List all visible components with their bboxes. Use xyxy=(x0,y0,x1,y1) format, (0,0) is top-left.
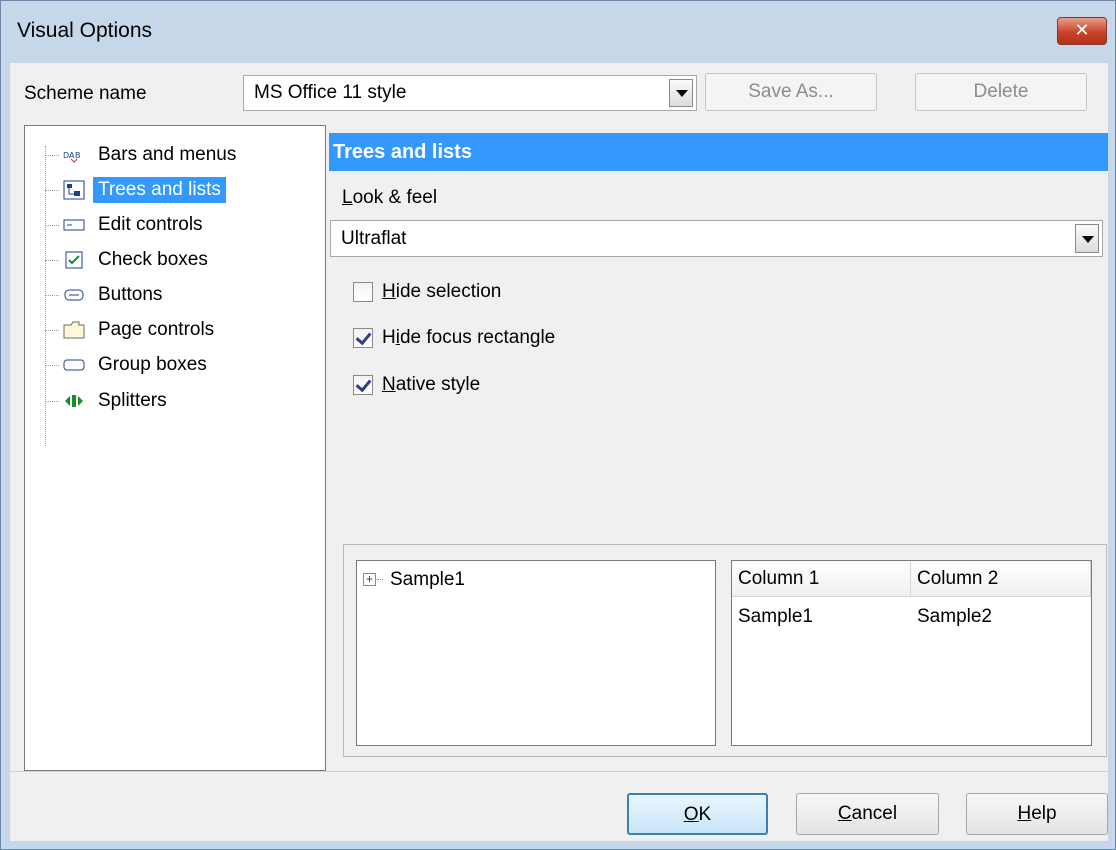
delete-button[interactable]: Delete xyxy=(915,73,1087,111)
trees-lists-icon xyxy=(63,180,85,200)
check-boxes-icon xyxy=(63,251,85,269)
look-and-feel-value: Ultraflat xyxy=(341,227,407,249)
column-header-2[interactable]: Column 2 xyxy=(911,561,1091,597)
section-title: Trees and lists xyxy=(329,133,1108,171)
tree-item-trees-and-lists[interactable]: Trees and lists xyxy=(45,173,226,207)
ok-button[interactable]: OK xyxy=(627,793,768,835)
sample-tree-node[interactable]: Sample1 xyxy=(390,569,465,591)
list-cell[interactable]: Sample2 xyxy=(917,606,992,628)
tree-item-label: Page controls xyxy=(98,319,215,340)
tree-item-label: Buttons xyxy=(98,284,163,305)
checkbox-box-checked[interactable] xyxy=(353,328,373,348)
checkbox-box-checked[interactable] xyxy=(353,375,373,395)
splitters-icon xyxy=(63,392,85,410)
options-tree[interactable]: DAB Bars and menus Trees and lists Edit … xyxy=(24,125,326,771)
help-button[interactable]: Help xyxy=(966,793,1108,835)
tree-item-label: Check boxes xyxy=(98,249,208,270)
tree-item-buttons[interactable]: Buttons xyxy=(45,278,167,312)
tree-item-page-controls[interactable]: Page controls xyxy=(45,313,219,347)
native-style-label: Native style xyxy=(382,374,481,395)
scheme-name-label: Scheme name xyxy=(24,83,147,104)
tree-item-label: Bars and menus xyxy=(98,144,237,165)
visual-options-window: Visual Options ✕ Scheme name MS Office 1… xyxy=(0,0,1116,850)
native-style-checkbox[interactable]: Native style xyxy=(353,374,480,396)
title-bar[interactable]: Visual Options ✕ xyxy=(1,1,1115,63)
window-title: Visual Options xyxy=(17,19,153,42)
column-header-1[interactable]: Column 1 xyxy=(732,561,911,597)
tree-item-splitters[interactable]: Splitters xyxy=(45,384,172,418)
tree-item-label: Trees and lists xyxy=(93,177,226,203)
tree-item-check-boxes[interactable]: Check boxes xyxy=(45,243,213,277)
hide-selection-label: Hide selection xyxy=(382,281,502,302)
sample-tree[interactable]: + Sample1 xyxy=(356,560,716,746)
tree-item-group-boxes[interactable]: Group boxes xyxy=(45,348,212,382)
sample-list[interactable]: Column 1 Column 2 Sample1 Sample2 xyxy=(731,560,1092,746)
cancel-button[interactable]: Cancel xyxy=(796,793,939,835)
tree-item-label: Group boxes xyxy=(98,354,207,375)
tree-item-label: Edit controls xyxy=(98,214,203,235)
buttons-icon xyxy=(63,286,85,304)
tree-item-label: Splitters xyxy=(98,390,167,411)
scheme-name-combobox[interactable]: MS Office 11 style xyxy=(243,75,697,111)
hide-focus-rectangle-checkbox[interactable]: Hide focus rectangle xyxy=(353,327,555,349)
scheme-name-value: MS Office 11 style xyxy=(254,82,407,103)
chevron-down-icon[interactable] xyxy=(1075,224,1099,253)
list-cell[interactable]: Sample1 xyxy=(738,606,813,628)
save-as-button[interactable]: Save As... xyxy=(705,73,877,111)
look-and-feel-label: Look & feel xyxy=(342,187,438,208)
tree-item-edit-controls[interactable]: Edit controls xyxy=(45,208,208,242)
bars-menus-icon: DAB xyxy=(63,146,85,164)
dialog-client-area: Scheme name MS Office 11 style Save As..… xyxy=(10,63,1108,841)
svg-text:B: B xyxy=(75,151,81,160)
hide-selection-checkbox[interactable]: Hide selection xyxy=(353,281,501,303)
close-button[interactable]: ✕ xyxy=(1057,17,1107,45)
preview-area: + Sample1 Column 1 Column 2 Sample1 Samp… xyxy=(343,544,1107,757)
edit-controls-icon xyxy=(63,216,85,234)
hide-focus-rectangle-label: Hide focus rectangle xyxy=(382,327,556,348)
checkbox-box[interactable] xyxy=(353,282,373,302)
group-boxes-icon xyxy=(63,356,85,374)
divider xyxy=(10,771,1108,772)
chevron-down-icon[interactable] xyxy=(669,79,693,107)
look-and-feel-combobox[interactable]: Ultraflat xyxy=(330,220,1103,257)
tree-item-bars-and-menus[interactable]: DAB Bars and menus xyxy=(45,138,241,172)
expand-plus-icon[interactable]: + xyxy=(363,573,376,586)
page-controls-icon xyxy=(63,321,85,339)
